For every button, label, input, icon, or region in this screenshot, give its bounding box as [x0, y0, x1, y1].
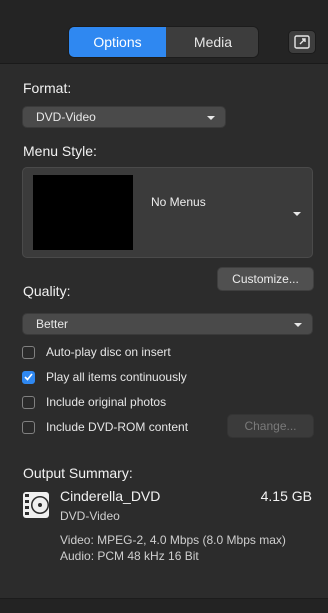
checkmark-icon	[24, 373, 33, 381]
tab-media[interactable]: Media	[166, 27, 258, 57]
menu-thumbnail	[33, 175, 133, 250]
format-value: DVD-Video	[36, 110, 96, 124]
menu-style-label: Menu Style:	[23, 143, 97, 159]
checkbox-box[interactable]	[22, 420, 35, 434]
autoplay-checkbox[interactable]: Auto-play disc on insert	[22, 345, 171, 359]
audio-details: Audio: PCM 48 kHz 16 Bit	[60, 549, 199, 563]
checkbox-box[interactable]	[22, 370, 35, 384]
include-dvd-rom-checkbox[interactable]: Include DVD-ROM content	[22, 420, 188, 434]
bottom-edge	[0, 598, 328, 613]
toolbar: Options Media	[0, 0, 328, 64]
checkbox-label: Include DVD-ROM content	[46, 420, 189, 434]
dvd-disc-icon	[23, 492, 49, 518]
quality-value: Better	[36, 317, 69, 331]
include-photos-checkbox[interactable]: Include original photos	[22, 395, 166, 409]
play-all-checkbox[interactable]: Play all items continuously	[22, 370, 187, 384]
checkbox-label: Play all items continuously	[46, 370, 187, 384]
project-size: 4.15 GB	[260, 488, 312, 504]
tab-options[interactable]: Options	[69, 27, 166, 57]
checkbox-label: Auto-play disc on insert	[46, 345, 171, 359]
change-button[interactable]: Change...	[227, 414, 314, 438]
quality-label: Quality:	[23, 283, 71, 299]
chevron-down-icon	[293, 212, 301, 216]
checkbox-label: Include original photos	[46, 395, 167, 409]
project-title: Cinderella_DVD	[60, 488, 161, 504]
chevron-down-icon	[207, 116, 215, 120]
menu-style-value: No Menus	[151, 195, 206, 209]
format-label: Format:	[23, 80, 72, 96]
video-details: Video: MPEG-2, 4.0 Mbps (8.0 Mbps max)	[60, 533, 286, 547]
checkbox-box[interactable]	[22, 395, 35, 409]
menu-style-picker[interactable]: No Menus	[22, 167, 313, 258]
project-format: DVD-Video	[60, 509, 120, 523]
output-summary-heading: Output Summary:	[23, 465, 133, 481]
popout-button[interactable]	[288, 30, 316, 54]
format-popup[interactable]: DVD-Video	[22, 106, 226, 128]
customize-button[interactable]: Customize...	[217, 267, 314, 291]
view-segmented-control: Options Media	[68, 26, 259, 58]
quality-popup[interactable]: Better	[22, 313, 313, 335]
checkbox-box[interactable]	[22, 345, 35, 359]
chevron-down-icon	[294, 323, 302, 327]
open-window-icon	[294, 35, 310, 49]
